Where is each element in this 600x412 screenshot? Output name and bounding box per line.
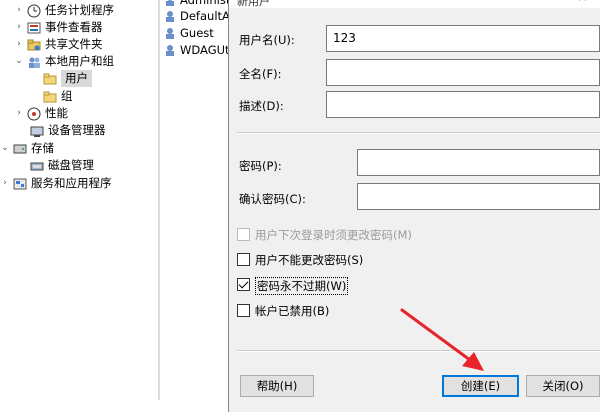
annotation-arrow-icon <box>400 308 484 371</box>
